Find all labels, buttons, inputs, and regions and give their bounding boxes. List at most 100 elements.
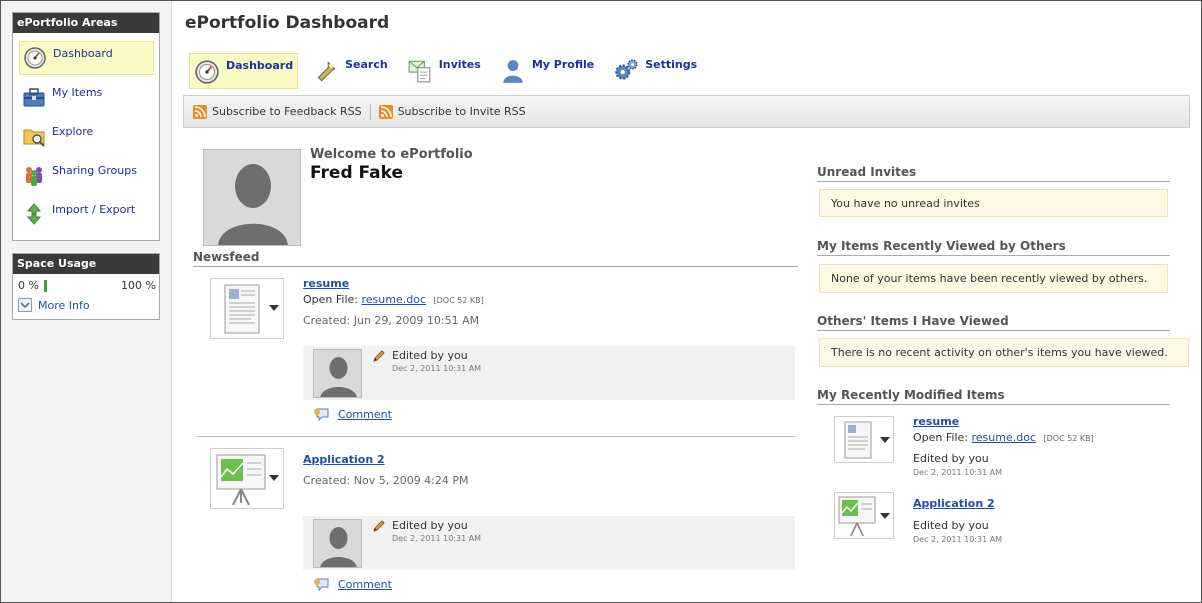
- sidebar-item-label: Sharing Groups: [52, 163, 137, 177]
- newsfeed-item-title-link[interactable]: Application 2: [303, 453, 385, 466]
- user-name: Fred Fake: [310, 163, 403, 183]
- sidebar-item-my-items[interactable]: My Items: [19, 80, 154, 114]
- tab-label: Invites: [438, 58, 481, 71]
- space-usage-meter: 0 % 100 %: [18, 279, 158, 293]
- pencil-icon: [373, 350, 385, 362]
- activity-text: Edited by you: [392, 349, 468, 362]
- eportfolio-areas-panel: ePortfolio Areas Dashboard My Items Expl…: [12, 12, 160, 241]
- people-group-icon: [26, 167, 42, 186]
- dropdown-arrow-icon[interactable]: [880, 513, 890, 519]
- tab-label: Dashboard: [226, 59, 294, 72]
- others-viewed-notice: There is no recent activity on other's i…: [819, 338, 1189, 367]
- top-nav: Dashboard Search Invites My Profile Sett…: [189, 53, 712, 89]
- tab-search[interactable]: Search: [309, 53, 392, 89]
- eportfolio-areas-title: ePortfolio Areas: [13, 13, 159, 33]
- activity-time: Dec 2, 2011 10:31 AM: [392, 534, 482, 543]
- toolbox-icon: [23, 88, 45, 107]
- created-date: Created: Nov 5, 2009 4:24 PM: [303, 474, 469, 487]
- comment-icon: [314, 408, 329, 421]
- folder-search-icon: [23, 129, 45, 147]
- sidebar-item-import-export[interactable]: Import / Export: [19, 197, 154, 231]
- comment-row: Comment: [313, 407, 392, 421]
- tab-dashboard[interactable]: Dashboard: [189, 53, 299, 89]
- presentation-thumbnail[interactable]: [210, 448, 284, 509]
- more-info-link[interactable]: More Info: [38, 299, 90, 312]
- comment-link[interactable]: Comment: [338, 408, 392, 421]
- presentation-thumbnail[interactable]: [834, 492, 894, 539]
- welcome-heading: Welcome to ePortfolio: [310, 147, 473, 162]
- avatar: [203, 149, 301, 246]
- newsfeed-item-title-link[interactable]: resume: [303, 277, 349, 290]
- recent-item-title-link[interactable]: resume: [913, 415, 959, 428]
- tab-label: My Profile: [531, 58, 595, 71]
- activity-entry: Edited by you Dec 2, 2011 10:31 AM: [303, 346, 795, 400]
- others-viewed-title: Others' Items I Have Viewed: [817, 314, 1170, 331]
- tab-my-profile[interactable]: My Profile: [496, 53, 598, 89]
- dropdown-arrow-icon[interactable]: [269, 475, 279, 481]
- rss-icon: [378, 104, 393, 119]
- comment-icon: [314, 578, 329, 591]
- gears-icon: [615, 59, 638, 80]
- sidebar-item-explore[interactable]: Explore: [19, 119, 154, 153]
- activity-time: Dec 2, 2011 10:31 AM: [392, 364, 482, 373]
- recent-activity-time: Dec 2, 2011 10:31 AM: [913, 468, 1003, 477]
- space-usage-min: 0 %: [18, 279, 39, 292]
- unread-invites-title: Unread Invites: [817, 165, 1170, 182]
- page-title: ePortfolio Dashboard: [185, 13, 390, 33]
- rss-label: Subscribe to Feedback RSS: [212, 105, 362, 118]
- recent-item-title-link[interactable]: Application 2: [913, 497, 995, 510]
- sidebar-item-dashboard[interactable]: Dashboard: [19, 41, 154, 75]
- flashlight-icon: [317, 61, 336, 82]
- sidebar-item-label: Dashboard: [53, 46, 113, 60]
- tab-label: Settings: [645, 58, 698, 71]
- feed-divider: [197, 436, 795, 437]
- subscribe-feedback-rss[interactable]: Subscribe to Feedback RSS: [193, 104, 362, 119]
- created-date: Created: Jun 29, 2009 10:51 AM: [303, 314, 480, 327]
- space-usage-panel: Space Usage 0 % 100 % More Info: [12, 253, 160, 320]
- sidebar-item-sharing-groups[interactable]: Sharing Groups: [19, 158, 154, 192]
- sidebar-item-label: My Items: [52, 85, 103, 99]
- file-link[interactable]: resume.doc: [362, 293, 427, 306]
- rss-toolbar: Subscribe to Feedback RSS Subscribe to I…: [183, 95, 1190, 128]
- avatar: [313, 519, 362, 568]
- viewed-by-others-title: My Items Recently Viewed by Others: [817, 239, 1170, 256]
- file-meta: [DOC 52 KB]: [1043, 434, 1094, 443]
- sidebar: ePortfolio Areas Dashboard My Items Expl…: [1, 1, 172, 602]
- document-thumbnail[interactable]: [210, 278, 284, 339]
- open-file-label: Open File:: [303, 293, 358, 306]
- avatar: [313, 349, 362, 398]
- sidebar-item-label: Import / Export: [52, 202, 136, 216]
- chevron-down-icon[interactable]: [18, 298, 32, 312]
- file-link[interactable]: resume.doc: [972, 431, 1037, 444]
- dropdown-arrow-icon[interactable]: [269, 305, 279, 311]
- import-export-arrows-icon: [26, 203, 42, 225]
- viewed-by-others-notice: None of your items have been recently vi…: [819, 264, 1168, 293]
- open-file-row: Open File: resume.doc [DOC 52 KB]: [913, 431, 1094, 444]
- recent-activity-text: Edited by you: [913, 452, 989, 465]
- tab-invites[interactable]: Invites: [403, 53, 485, 89]
- envelope-doc-icon: [408, 60, 430, 83]
- space-usage-title: Space Usage: [13, 254, 159, 274]
- tab-label: Search: [345, 58, 388, 71]
- more-info-row: More Info: [18, 298, 90, 312]
- tab-settings[interactable]: Settings: [609, 53, 701, 89]
- sidebar-item-label: Explore: [52, 124, 94, 138]
- dashboard-gauge-icon: [195, 60, 219, 84]
- space-usage-bar: [44, 280, 114, 292]
- file-meta: [DOC 52 KB]: [433, 296, 484, 305]
- dropdown-arrow-icon[interactable]: [880, 437, 890, 443]
- activity-entry: Edited by you Dec 2, 2011 10:31 AM: [303, 516, 795, 570]
- comment-row: Comment: [313, 577, 392, 591]
- rss-label: Subscribe to Invite RSS: [397, 105, 526, 118]
- space-usage-max: 100 %: [121, 279, 156, 292]
- dashboard-gauge-icon: [24, 47, 46, 69]
- open-file-row: Open File: resume.doc [DOC 52 KB]: [303, 293, 484, 306]
- document-thumbnail[interactable]: [834, 416, 894, 463]
- newsfeed-title: Newsfeed: [193, 250, 798, 267]
- subscribe-invite-rss[interactable]: Subscribe to Invite RSS: [378, 104, 526, 119]
- unread-invites-notice: You have no unread invites: [819, 189, 1168, 217]
- activity-text: Edited by you: [392, 519, 468, 532]
- comment-link[interactable]: Comment: [338, 578, 392, 591]
- rss-icon: [193, 104, 207, 119]
- open-file-label: Open File:: [913, 431, 968, 444]
